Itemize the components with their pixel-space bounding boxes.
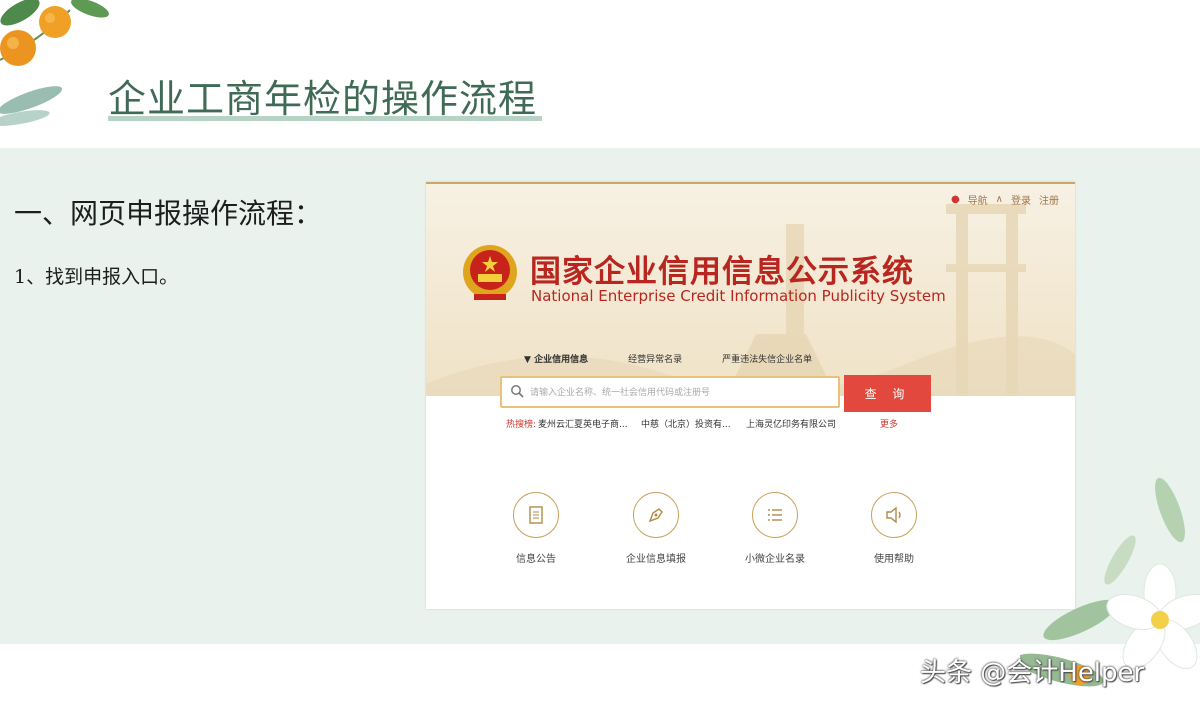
title-underline xyxy=(108,116,542,121)
hot-search-item[interactable]: 中慈（北京）投资有... xyxy=(641,417,731,430)
nav-guide-link[interactable]: 导航 xyxy=(968,192,988,207)
nav-login-link[interactable]: 登录 xyxy=(1011,192,1031,207)
feature-label: 使用帮助 xyxy=(874,554,914,565)
hot-search-item[interactable]: 上海灵亿印务有限公司 xyxy=(746,417,836,430)
national-emblem-icon xyxy=(463,245,517,300)
chevron-up-icon: ∧ xyxy=(995,194,1003,205)
feature-label: 企业信息填报 xyxy=(626,554,686,565)
feature-label: 信息公告 xyxy=(516,554,556,565)
feature-info-notice[interactable]: 信息公告 xyxy=(491,492,581,565)
feature-small-enterprise-list[interactable]: 小微企业名录 xyxy=(730,492,820,565)
nav-register-link[interactable]: 注册 xyxy=(1039,192,1059,207)
search-tabs: ▼ 企业信用信息 经营异常名录 严重违法失信企业名单 xyxy=(524,352,812,365)
slide-title: 企业工商年检的操作流程 xyxy=(108,77,538,121)
pen-icon xyxy=(633,492,679,538)
feature-report-filing[interactable]: 企业信息填报 xyxy=(611,492,701,565)
watermark: 头条 @会计Helper xyxy=(920,658,1145,688)
hot-search-label: 热搜榜: xyxy=(506,420,537,430)
orange-branch-decoration xyxy=(0,0,109,126)
hot-search-more-link[interactable]: 更多 xyxy=(880,417,898,430)
site-title-en: National Enterprise Credit Information P… xyxy=(531,287,946,305)
search-icon xyxy=(511,385,524,398)
location-pin-icon: ● xyxy=(950,194,960,205)
search-box xyxy=(500,376,840,408)
section-heading: 一、网页申报操作流程： xyxy=(14,197,323,230)
site-top-nav: ● 导航 ∧ 登录 注册 xyxy=(951,192,1059,207)
hot-search-item[interactable]: 麦州云汇夏英电子商... xyxy=(538,417,628,430)
document-icon xyxy=(513,492,559,538)
list-icon xyxy=(752,492,798,538)
search-button[interactable]: 查 询 xyxy=(844,375,931,412)
site-title-cn: 国家企业信用信息公示系统 xyxy=(530,254,914,290)
tab-credit-info[interactable]: ▼ 企业信用信息 xyxy=(524,352,588,365)
search-input[interactable] xyxy=(530,385,830,401)
feature-help[interactable]: 使用帮助 xyxy=(849,492,939,565)
feature-label: 小微企业名录 xyxy=(745,554,805,565)
tab-abnormal-list[interactable]: 经营异常名录 xyxy=(628,352,682,365)
website-screenshot: ● 导航 ∧ 登录 注册 国家企业信用信息公示系统 National Enter… xyxy=(426,182,1075,609)
tab-blacklist[interactable]: 严重违法失信企业名单 xyxy=(722,352,812,365)
speaker-icon xyxy=(871,492,917,538)
step-text: 1、找到申报入口。 xyxy=(14,266,179,288)
